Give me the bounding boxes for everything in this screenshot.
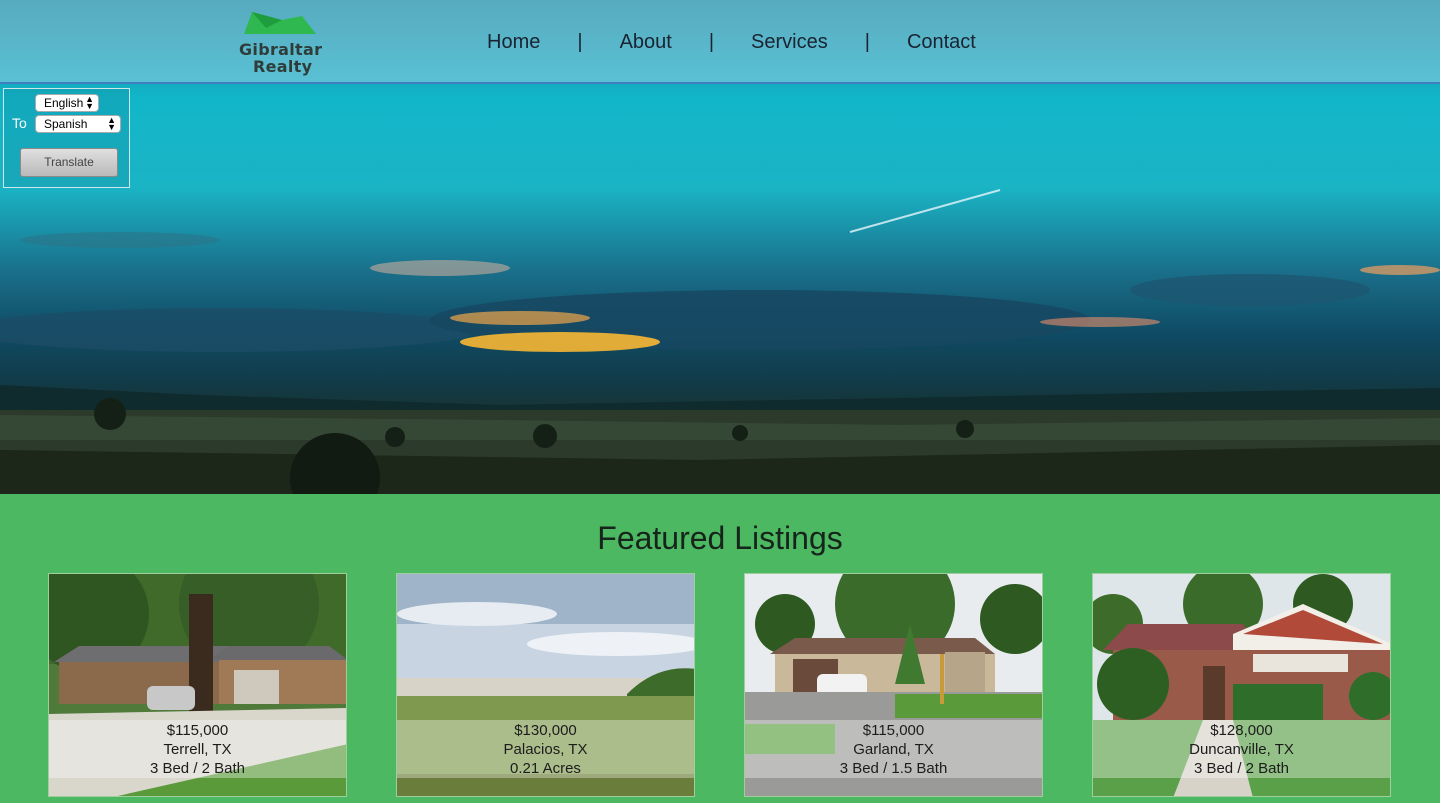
- nav-services[interactable]: Services: [734, 31, 845, 54]
- translate-widget: English ▲ ▼ To Spanish ▲ ▼ Translate: [3, 88, 130, 188]
- listing-location: Garland, TX: [853, 741, 934, 758]
- listing-card[interactable]: $128,000 Duncanville, TX 3 Bed / 2 Bath: [1092, 573, 1391, 797]
- source-language-value: English: [44, 96, 84, 110]
- listing-details: 3 Bed / 1.5 Bath: [839, 760, 948, 777]
- listing-price: $115,000: [862, 722, 925, 739]
- nav-contact[interactable]: Contact: [890, 31, 993, 54]
- rock-logo-icon: [244, 12, 316, 34]
- site-header: Gibraltar Realty Home | About | Services…: [0, 0, 1440, 84]
- listing-card[interactable]: $130,000 Palacios, TX 0.21 Acres: [396, 573, 695, 797]
- select-arrows-icon: ▲ ▼: [107, 115, 116, 132]
- nav-separator: |: [577, 30, 583, 53]
- featured-listings-title: Featured Listings: [597, 520, 843, 556]
- listing-location: Duncanville, TX: [1189, 741, 1294, 758]
- target-language-select[interactable]: Spanish ▲ ▼: [35, 115, 121, 133]
- nav-about[interactable]: About: [603, 31, 689, 54]
- select-arrows-icon: ▲ ▼: [85, 94, 94, 111]
- to-label: To: [12, 115, 27, 131]
- source-language-select[interactable]: English ▲ ▼: [35, 94, 99, 112]
- gibraltar-realty-logo[interactable]: Gibraltar Realty: [238, 10, 322, 76]
- logo-text-line2: Realty: [253, 57, 313, 76]
- main-nav: Home | About | Services | Contact: [470, 28, 993, 56]
- nav-separator: |: [864, 30, 870, 53]
- target-language-value: Spanish: [44, 117, 88, 131]
- listing-card[interactable]: $115,000 Terrell, TX 3 Bed / 2 Bath: [48, 573, 347, 797]
- listing-details: 3 Bed / 2 Bath: [1193, 760, 1290, 777]
- listing-location: Palacios, TX: [503, 741, 588, 758]
- listing-price: $128,000: [1210, 722, 1273, 739]
- nav-home[interactable]: Home: [470, 31, 557, 54]
- listing-location: Terrell, TX: [163, 741, 232, 758]
- listing-caption: $130,000 Palacios, TX 0.21 Acres: [397, 720, 694, 778]
- listing-details: 3 Bed / 2 Bath: [149, 760, 246, 777]
- listing-details: 0.21 Acres: [510, 760, 581, 777]
- listing-caption: $115,000 Garland, TX 3 Bed / 1.5 Bath: [745, 720, 1042, 778]
- translate-button[interactable]: Translate: [20, 148, 118, 177]
- listing-caption: $115,000 Terrell, TX 3 Bed / 2 Bath: [49, 720, 346, 778]
- listing-price: $130,000: [514, 722, 577, 739]
- nav-separator: |: [708, 30, 715, 53]
- listing-price: $115,000: [166, 722, 229, 739]
- listing-card[interactable]: $115,000 Garland, TX 3 Bed / 1.5 Bath: [744, 573, 1043, 797]
- listing-caption: $128,000 Duncanville, TX 3 Bed / 2 Bath: [1093, 720, 1390, 778]
